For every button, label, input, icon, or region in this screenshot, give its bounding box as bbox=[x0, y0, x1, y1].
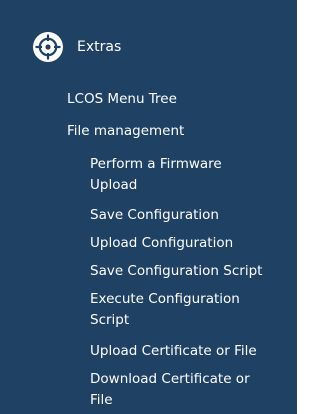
sidebar-item-file-management[interactable]: File management bbox=[67, 121, 184, 142]
sidebar: Extras LCOS Menu Tree File management Pe… bbox=[0, 0, 297, 414]
sidebar-item-label-cont: File bbox=[90, 392, 113, 408]
sidebar-item-lcos-menu-tree[interactable]: LCOS Menu Tree bbox=[67, 89, 177, 110]
crosshair-target-icon bbox=[33, 32, 63, 62]
sidebar-item-perform-firmware-upload[interactable]: Perform a Firmware Upload bbox=[90, 154, 222, 196]
sidebar-item-save-configuration-script[interactable]: Save Configuration Script bbox=[90, 261, 262, 282]
sidebar-item-upload-certificate-or-file[interactable]: Upload Certificate or File bbox=[90, 341, 257, 362]
sidebar-item-label-cont: Script bbox=[90, 312, 130, 328]
sidebar-item-download-certificate-or-file[interactable]: Download Certificate or File bbox=[90, 369, 250, 411]
sidebar-item-label: Perform a Firmware bbox=[90, 156, 222, 172]
sidebar-item-upload-configuration[interactable]: Upload Configuration bbox=[90, 233, 233, 254]
sidebar-item-execute-configuration-script[interactable]: Execute Configuration Script bbox=[90, 289, 240, 331]
sidebar-item-label-cont: Upload bbox=[90, 177, 138, 193]
sidebar-item-save-configuration[interactable]: Save Configuration bbox=[90, 205, 219, 226]
sidebar-section-extras[interactable]: Extras bbox=[32, 30, 121, 64]
sidebar-item-label: Download Certificate or bbox=[90, 371, 250, 387]
sidebar-item-label: Execute Configuration bbox=[90, 291, 240, 307]
section-label: Extras bbox=[77, 39, 122, 55]
